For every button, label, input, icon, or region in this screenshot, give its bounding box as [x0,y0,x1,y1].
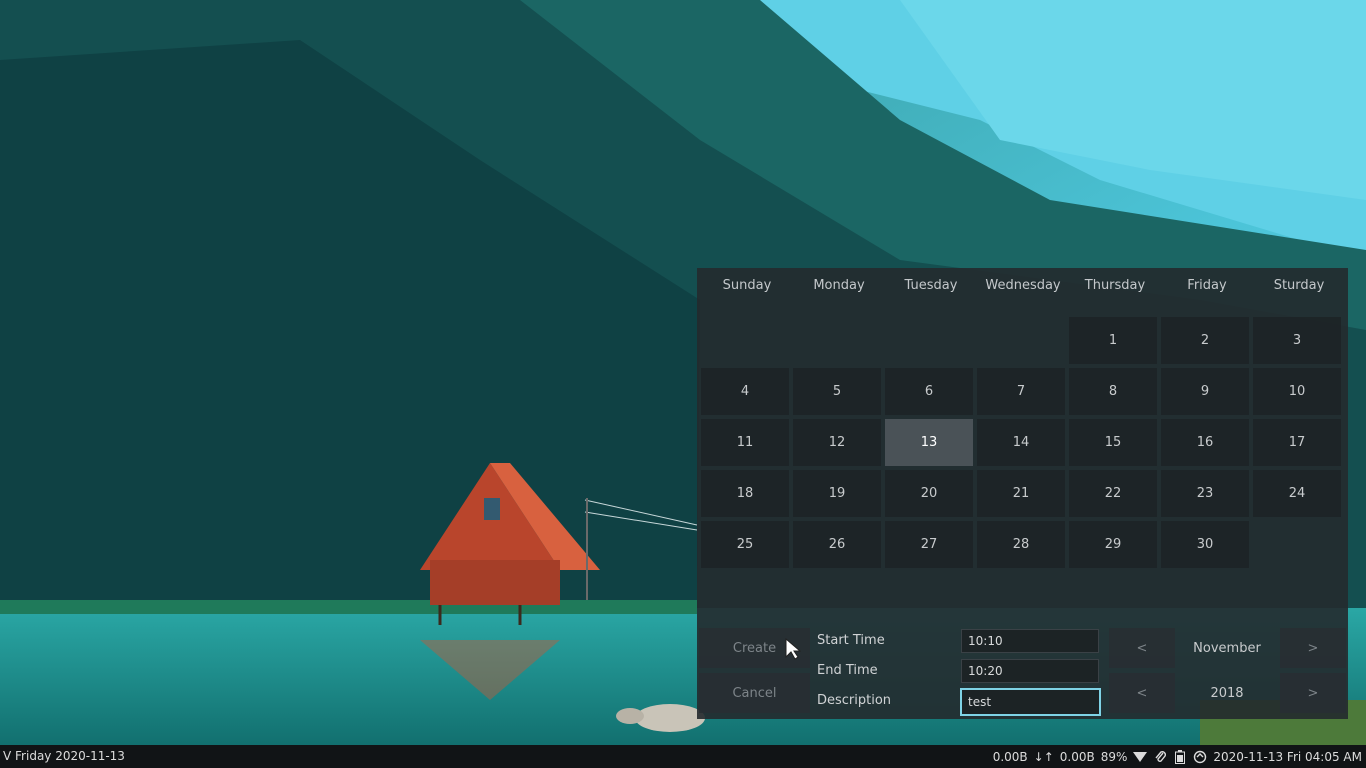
mouse-pointer-icon [785,638,801,660]
weekday-header: Tuesday [904,278,958,293]
system-tray: 0.00B ↓↑ 0.00B 89% 2020-11-13 Fri 04:05 … [993,745,1362,768]
taskbar: V Friday 2020-11-13 0.00B ↓↑ 0.00B 89% 2… [0,745,1366,768]
prev-year-button[interactable]: < [1109,673,1175,713]
calendar-day[interactable]: 19 [793,470,881,517]
calendar-day[interactable]: 8 [1069,368,1157,415]
calendar-day[interactable]: 6 [885,368,973,415]
calendar-day[interactable]: 22 [1069,470,1157,517]
calendar-day[interactable]: 7 [977,368,1065,415]
calendar-day[interactable]: 2 [1161,317,1249,364]
calendar-day[interactable]: 9 [1161,368,1249,415]
calendar-day[interactable]: 10 [1253,368,1341,415]
weekday-header: Thursday [1084,278,1146,293]
calendar-empty-cell [701,317,789,364]
weekday-header: Sunday [722,278,772,293]
clock-datetime[interactable]: 2020-11-13 Fri 04:05 AM [1213,750,1362,764]
year-label: 2018 [1210,685,1244,701]
calendar-day[interactable]: 15 [1069,419,1157,466]
prev-month-button[interactable]: < [1109,628,1175,668]
weekday-header: Friday [1187,278,1227,293]
weekday-header: Sturday [1273,278,1325,293]
wifi-icon[interactable] [1133,750,1148,764]
battery-icon[interactable] [1173,749,1187,764]
calendar-day[interactable]: 4 [701,368,789,415]
calendar-day[interactable]: 17 [1253,419,1341,466]
calendar-day[interactable]: 28 [977,521,1065,568]
calendar-empty-cell [1253,521,1341,568]
calendar-day[interactable]: 11 [701,419,789,466]
calendar-day[interactable]: 18 [701,470,789,517]
next-year-button[interactable]: > [1280,673,1346,713]
next-month-button[interactable]: > [1280,628,1346,668]
start-time-input[interactable] [961,629,1099,653]
network-up-speed: 0.00B [1059,749,1095,764]
calendar-day[interactable]: 30 [1161,521,1249,568]
calendar-day[interactable]: 27 [885,521,973,568]
day-grid: 1 2 3 4 5 6 7 8 9 10 11 12 13 14 15 16 17 18 19 20 21 22 23 24 2… [701,317,1341,568]
weekday-header-row: Sunday Monday Tuesday Wednesday Thursday… [697,268,1352,304]
cancel-button[interactable]: Cancel [699,673,810,713]
calendar-day[interactable]: 24 [1253,470,1341,517]
calendar-day[interactable]: 25 [701,521,789,568]
calendar-empty-cell [977,317,1065,364]
description-input[interactable] [960,688,1101,716]
calendar-day[interactable]: 12 [793,419,881,466]
calendar-day[interactable]: 5 [793,368,881,415]
start-time-label: Start Time [817,633,885,648]
description-label: Description [817,693,892,708]
calendar-day[interactable]: 26 [793,521,881,568]
battery-percent: 89% [1100,749,1128,764]
calendar-day[interactable]: 21 [977,470,1065,517]
end-time-input[interactable] [961,659,1099,683]
calendar-day[interactable]: 29 [1069,521,1157,568]
month-label: November [1193,640,1261,656]
update-icon[interactable] [1193,750,1207,764]
calendar-day[interactable]: 16 [1161,419,1249,466]
calendar-day[interactable]: 1 [1069,317,1157,364]
calendar-empty-cell [885,317,973,364]
calendar-day-selected[interactable]: 13 [885,419,973,466]
calendar-empty-cell [793,317,881,364]
network-down-speed: 0.00B [992,749,1028,764]
network-arrows: ↓↑ [1033,749,1054,764]
calendar-day[interactable]: 20 [885,470,973,517]
calendar-day[interactable]: 3 [1253,317,1341,364]
end-time-label: End Time [817,663,878,678]
weekday-header: Wednesday [985,278,1061,293]
weekday-header: Monday [813,278,865,293]
calendar-day[interactable]: 14 [977,419,1065,466]
calendar-day[interactable]: 23 [1161,470,1249,517]
workspace-date-label: V Friday 2020-11-13 [3,749,125,763]
attachment-icon[interactable] [1153,750,1167,764]
